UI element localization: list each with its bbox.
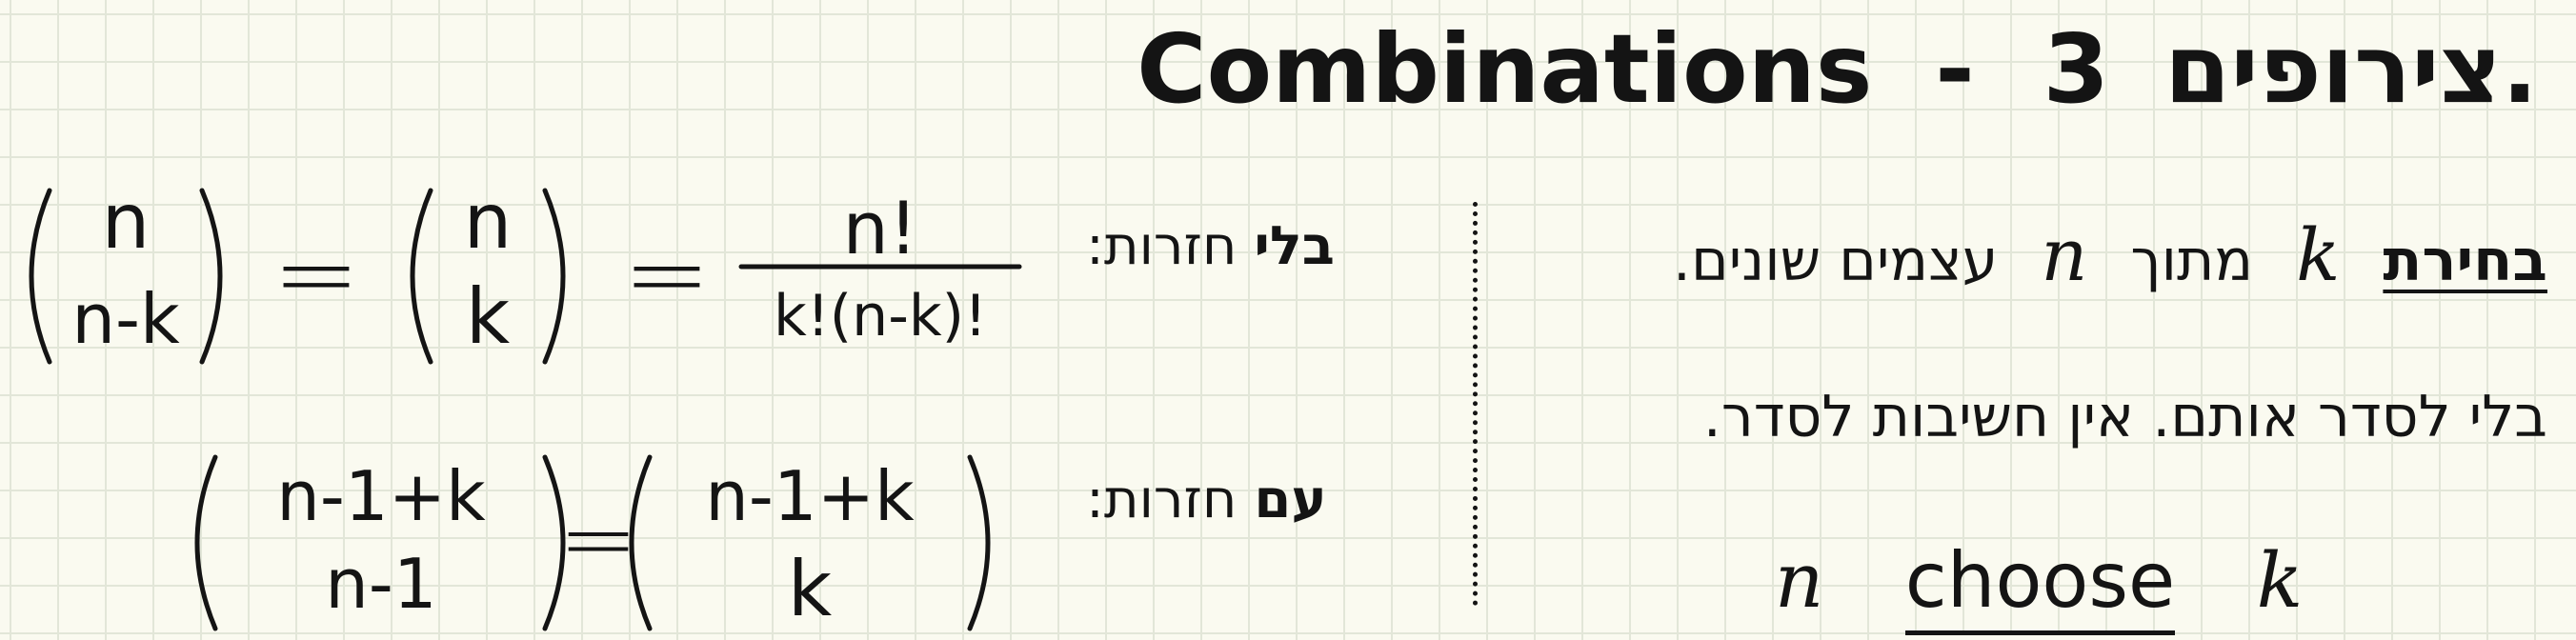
binom2-bottom: k [466, 272, 511, 361]
n-choose-k: n choose k [1734, 533, 2344, 635]
var-k: k [2296, 212, 2341, 297]
choose-n: n [1774, 536, 1824, 625]
binom2-left-paren [410, 188, 433, 365]
label-without-rest: חזרות: [1086, 215, 1238, 277]
label-without-repetition: בלי חזרות: [1086, 213, 1335, 280]
binom4-right-paren [967, 454, 991, 631]
binom1-left-paren [29, 188, 52, 365]
from-word: מתוך [2130, 228, 2254, 294]
choose-word: choose [1904, 533, 2176, 635]
binom2-top: n [464, 177, 513, 266]
var-n: n [2041, 212, 2088, 297]
title-hebrew: צירופים [2163, 13, 2502, 125]
title-dash: - [1935, 13, 1975, 125]
label-with-repetition: עם חזרות: [1086, 467, 1327, 533]
fraction-numerator: n! [843, 186, 918, 270]
objects-text: עצמים שונים. [1672, 228, 1999, 294]
column-divider [1473, 202, 1478, 606]
equals-3: = [558, 483, 638, 594]
label-with-rest: חזרות: [1086, 469, 1238, 530]
page-title: Combinations - צירופים 3. [1137, 8, 2538, 131]
fraction-denominator: k!(n-k)! [774, 283, 987, 350]
formula-without-repetition: n n-k = n k = n! k!(n-k)! [29, 177, 1022, 365]
formula-with-repetition: n-1+k n-1 = n-1+k k [194, 454, 991, 633]
binom3-left-paren [194, 454, 218, 631]
equals-2: = [623, 212, 711, 334]
definition-line-1: בחירת k מתוך n עצמים שונים. [1673, 217, 2547, 299]
binom2-right-paren [542, 188, 566, 365]
binom4-top: n-1+k [705, 456, 915, 536]
label-without-word: בלי [1254, 215, 1335, 277]
binom1-right-paren [199, 188, 223, 365]
choice-word: בחירת [2383, 228, 2547, 294]
label-with-word: עם [1254, 469, 1327, 530]
binom3-bottom: n-1 [325, 544, 436, 624]
title-english: Combinations [1137, 13, 1873, 125]
binom3-top: n-1+k [276, 456, 486, 536]
binom4-bottom: k [788, 545, 833, 633]
binom1-top: n [102, 177, 151, 266]
definition-line-2: בלי לסדר אותם. אין חשיבות לסדר. [1702, 384, 2547, 450]
binom1-bottom: n-k [71, 279, 180, 359]
choose-k: k [2256, 536, 2304, 625]
equals-1: = [272, 212, 360, 334]
